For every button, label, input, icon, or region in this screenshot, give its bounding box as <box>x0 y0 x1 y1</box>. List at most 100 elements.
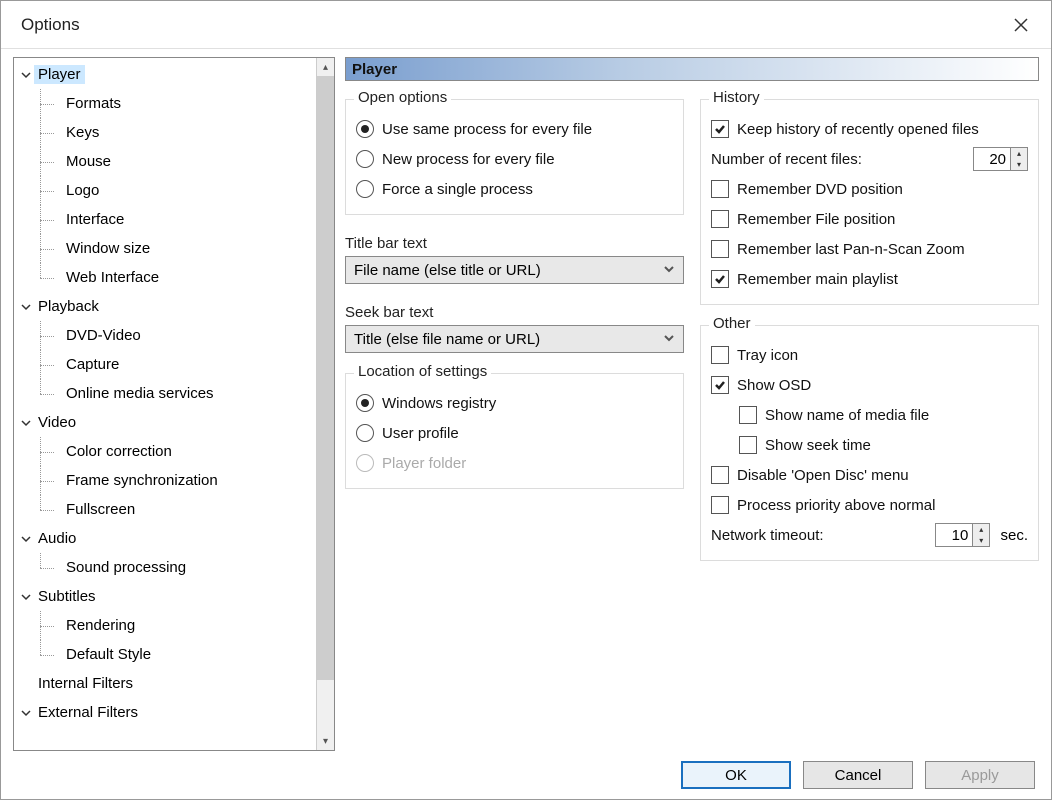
expand-icon[interactable] <box>18 302 34 312</box>
spin-up-icon[interactable]: ▴ <box>973 524 989 535</box>
tree-label: Audio <box>34 529 80 548</box>
open-opt-force-single[interactable]: Force a single process <box>356 174 673 204</box>
priority-checkbox[interactable]: Process priority above normal <box>711 490 1028 520</box>
titlebar-text-label: Title bar text <box>345 235 684 252</box>
tray-icon-checkbox[interactable]: Tray icon <box>711 340 1028 370</box>
ok-button[interactable]: OK <box>681 761 791 789</box>
tree-item-online-media-services[interactable]: Online media services <box>14 379 316 408</box>
tree-label: Keys <box>62 123 103 142</box>
open-opt-new-process[interactable]: New process for every file <box>356 144 673 174</box>
checkbox-icon <box>711 210 729 228</box>
tree-item-audio[interactable]: Audio <box>14 524 316 553</box>
tree-item-interface[interactable]: Interface <box>14 205 316 234</box>
checkbox-icon <box>711 346 729 364</box>
expand-icon[interactable] <box>18 708 34 718</box>
pane-body: Open options Use same process for every … <box>345 81 1039 751</box>
location-user-profile[interactable]: User profile <box>356 418 673 448</box>
show-osd-checkbox[interactable]: Show OSD <box>711 370 1028 400</box>
tree-scrollbar[interactable]: ▴ ▾ <box>316 58 334 750</box>
remember-file-checkbox[interactable]: Remember File position <box>711 204 1028 234</box>
spin-down-icon[interactable]: ▾ <box>1011 159 1027 170</box>
pane-header: Player <box>345 57 1039 81</box>
tree-item-rendering[interactable]: Rendering <box>14 611 316 640</box>
tree-item-player[interactable]: Player <box>14 60 316 89</box>
tree-label: Online media services <box>62 384 218 403</box>
close-button[interactable] <box>1007 11 1035 39</box>
osd-show-seek-checkbox[interactable]: Show seek time <box>739 430 1028 460</box>
apply-button[interactable]: Apply <box>925 761 1035 789</box>
tree-label: Web Interface <box>62 268 163 287</box>
checkbox-label: Show name of media file <box>765 407 929 424</box>
settings-pane: Player Open options Use same process for… <box>345 57 1039 751</box>
cancel-button[interactable]: Cancel <box>803 761 913 789</box>
scroll-up-icon[interactable]: ▴ <box>317 58 334 76</box>
radio-icon <box>356 120 374 138</box>
radio-icon <box>356 424 374 442</box>
tree-item-dvd-video[interactable]: DVD-Video <box>14 321 316 350</box>
tree-item-formats[interactable]: Formats <box>14 89 316 118</box>
tree-item-fullscreen[interactable]: Fullscreen <box>14 495 316 524</box>
checkbox-label: Remember main playlist <box>737 271 898 288</box>
titlebar-text-combo[interactable]: File name (else title or URL) <box>345 256 684 284</box>
tree-label: Rendering <box>62 616 139 635</box>
spin-down-icon[interactable]: ▾ <box>973 535 989 546</box>
expand-icon[interactable] <box>18 70 34 80</box>
remember-playlist-checkbox[interactable]: Remember main playlist <box>711 264 1028 294</box>
timeout-unit: sec. <box>1000 527 1028 544</box>
tree-item-mouse[interactable]: Mouse <box>14 147 316 176</box>
scroll-thumb[interactable] <box>317 76 334 732</box>
checkbox-icon <box>711 270 729 288</box>
remember-pan-checkbox[interactable]: Remember last Pan-n-Scan Zoom <box>711 234 1028 264</box>
dialog-footer: OK Cancel Apply <box>1 751 1051 799</box>
recent-files-input[interactable] <box>974 148 1010 170</box>
content-area: PlayerFormatsKeysMouseLogoInterfaceWindo… <box>1 49 1051 751</box>
tree-item-web-interface[interactable]: Web Interface <box>14 263 316 292</box>
radio-label: Windows registry <box>382 395 496 412</box>
tree-label: Video <box>34 413 80 432</box>
osd-show-name-checkbox[interactable]: Show name of media file <box>739 400 1028 430</box>
spin-up-icon[interactable]: ▴ <box>1011 148 1027 159</box>
expand-icon[interactable] <box>18 534 34 544</box>
radio-icon <box>356 150 374 168</box>
seekbar-text-label: Seek bar text <box>345 304 684 321</box>
expand-icon[interactable] <box>18 592 34 602</box>
tree-item-video[interactable]: Video <box>14 408 316 437</box>
recent-files-spinner[interactable]: ▴▾ <box>973 147 1028 171</box>
tree-item-subtitles[interactable]: Subtitles <box>14 582 316 611</box>
tree-item-sound-processing[interactable]: Sound processing <box>14 553 316 582</box>
other-legend: Other <box>709 315 755 332</box>
keep-history-checkbox[interactable]: Keep history of recently opened files <box>711 114 1028 144</box>
tree-label: Playback <box>34 297 103 316</box>
location-registry[interactable]: Windows registry <box>356 388 673 418</box>
open-opt-same-process[interactable]: Use same process for every file <box>356 114 673 144</box>
history-legend: History <box>709 89 764 106</box>
seekbar-text-combo[interactable]: Title (else file name or URL) <box>345 325 684 353</box>
tree-item-internal-filters[interactable]: Internal Filters <box>14 669 316 698</box>
tree-list[interactable]: PlayerFormats Keys MouseLogoInterfaceWindo… <box>14 58 316 750</box>
tree-item-frame-synchronization[interactable]: Frame synchronization <box>14 466 316 495</box>
tree-item-keys[interactable]: Keys <box>14 118 316 147</box>
network-timeout-row: Network timeout: ▴▾ sec. <box>711 520 1028 550</box>
tree-label: Color correction <box>62 442 176 461</box>
disable-open-disc-checkbox[interactable]: Disable 'Open Disc' menu <box>711 460 1028 490</box>
expand-icon[interactable] <box>18 418 34 428</box>
tree-item-color-correction[interactable]: Color correction <box>14 437 316 466</box>
radio-label: User profile <box>382 425 459 442</box>
radio-label: Player folder <box>382 455 466 472</box>
scroll-down-icon[interactable]: ▾ <box>317 732 334 750</box>
radio-icon <box>356 180 374 198</box>
timeout-spinner[interactable]: ▴▾ <box>935 523 990 547</box>
history-group: History Keep history of recently opened … <box>700 99 1039 305</box>
tree-item-logo[interactable]: Logo <box>14 176 316 205</box>
tree-item-playback[interactable]: Playback <box>14 292 316 321</box>
radio-label: Force a single process <box>382 181 533 198</box>
tree-item-window-size[interactable]: Window size <box>14 234 316 263</box>
checkbox-icon <box>711 180 729 198</box>
tree-item-capture[interactable]: Capture <box>14 350 316 379</box>
tree-item-external-filters[interactable]: External Filters <box>14 698 316 727</box>
other-group: Other Tray icon Show OSD Show name of me… <box>700 325 1039 561</box>
checkbox-icon <box>711 120 729 138</box>
tree-item-default-style[interactable]: Default Style <box>14 640 316 669</box>
remember-dvd-checkbox[interactable]: Remember DVD position <box>711 174 1028 204</box>
timeout-input[interactable] <box>936 524 972 546</box>
